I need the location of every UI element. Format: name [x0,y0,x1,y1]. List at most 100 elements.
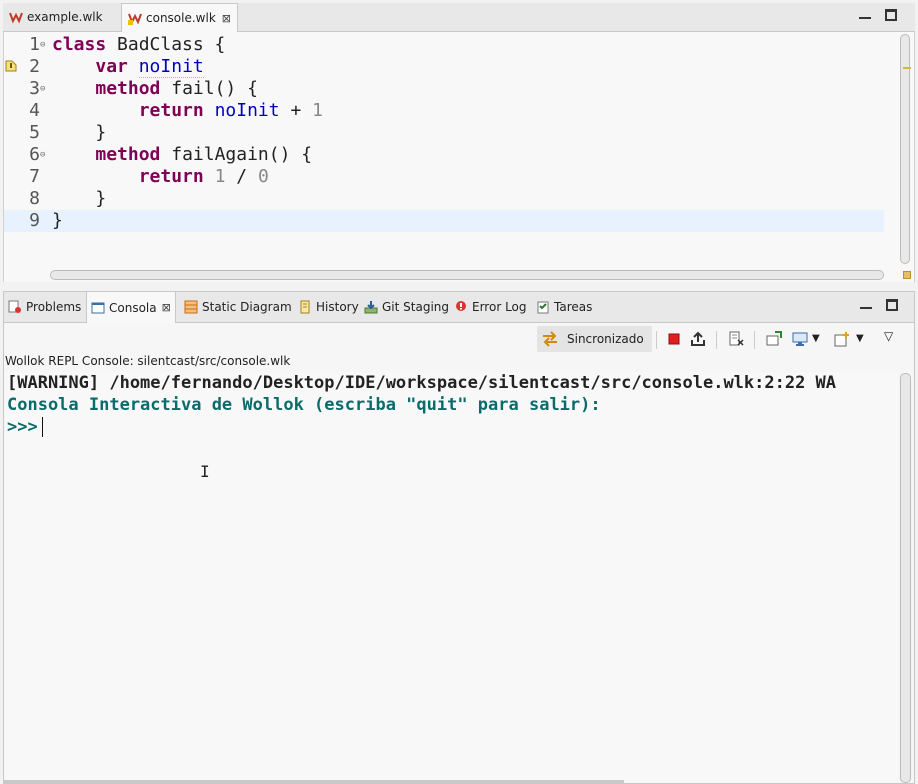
console-prompt-line[interactable]: >>> [5,416,898,438]
fold-toggle-icon[interactable]: ⊖ [40,78,45,100]
maximize-icon[interactable] [885,9,897,21]
tasks-icon [536,300,550,314]
code-token: failAgain() { [160,144,313,165]
number-token: 0 [257,166,269,187]
keyword-token: class [52,34,107,55]
tab-static-diagram[interactable]: Static Diagram [180,292,296,322]
variable-token: noInit [214,100,280,121]
tab-label: Consola [109,300,157,315]
console-banner-line: Consola Interactiva de Wollok (escriba "… [7,395,601,415]
code-token: fail() { [160,78,258,99]
sync-arrows-icon [541,330,559,348]
code-text: } [52,210,63,232]
console-description: Wollok REPL Console: silentcast/src/cons… [5,354,291,368]
terminate-icon[interactable] [666,331,682,347]
code-text: return 1 / 0 [52,166,269,188]
git-staging-icon [364,300,378,314]
tab-label: Tareas [554,300,593,314]
overview-warning-marker[interactable] [903,67,911,69]
keyword-token: return [138,166,204,187]
tab-label: console.wlk [146,11,216,25]
code-token: } [52,210,63,231]
close-icon[interactable]: ⊠ [222,12,231,25]
code-line[interactable]: 8 } [4,188,884,210]
sync-button[interactable]: Sincronizado [537,326,652,352]
text-caret [41,417,43,437]
tab-console-wlk[interactable]: console.wlk ⊠ [121,3,238,32]
minimize-icon[interactable] [859,11,871,19]
code-line[interactable]: 9} [4,210,884,232]
code-line[interactable]: 3 ⊖ method fail() { [4,78,884,100]
export-icon[interactable] [690,331,706,347]
ibeam-cursor-icon: I [200,462,210,481]
minimize-icon[interactable] [860,301,872,309]
tab-problems[interactable]: Problems [4,292,85,322]
code-text: var noInit [52,56,204,78]
tab-error-log[interactable]: Error Log [450,292,531,322]
pin-console-icon[interactable] [766,331,782,347]
clear-console-icon[interactable] [728,331,744,347]
view-menu-icon[interactable]: ▽ [884,329,900,345]
tab-git-staging[interactable]: Git Staging [360,292,453,322]
tab-label: History [316,300,359,314]
code-line[interactable]: 6 ⊖ method failAgain() { [4,144,884,166]
error-log-icon [454,300,468,314]
keyword-token: return [138,100,204,121]
chevron-down-icon[interactable]: ▼ [812,333,828,349]
maximize-icon[interactable] [886,299,898,311]
tab-history[interactable]: History [294,292,363,322]
code-text: method fail() { [52,78,258,100]
code-line[interactable]: 5 } [4,122,884,144]
code-editor[interactable]: 1 ⊖ class BadClass {2 var noInit 3 ⊖ method … [3,32,915,282]
fold-toggle-icon[interactable]: ⊖ [40,144,45,166]
code-line[interactable]: 4 return noInit + 1 [4,100,884,122]
code-token: + [279,100,313,121]
display-console-icon[interactable] [792,331,808,347]
code-line[interactable]: 2 var noInit [4,56,884,78]
tab-label: Static Diagram [202,300,292,314]
editor-horizontal-scrollbar[interactable] [50,270,884,280]
tab-consola[interactable]: Consola ⊠ [86,292,176,323]
tab-label: Error Log [472,300,527,314]
console-toolbar: Sincronizado ▼ ▼ ▽ [4,323,914,355]
code-text: class BadClass { [52,34,225,56]
line-number: 5 [29,122,40,143]
tab-tareas[interactable]: Tareas [532,292,596,322]
console-horizontal-scrollbar[interactable] [4,780,624,783]
code-text: } [52,188,106,210]
new-console-icon[interactable] [834,331,850,347]
wollok-warning-icon [128,11,142,25]
console-panel: Problems Consola ⊠ Static Diagram Histor… [3,291,915,784]
code-token: / [225,166,258,187]
console-vertical-scrollbar[interactable] [900,373,911,783]
code-text: method failAgain() { [52,144,312,166]
variable-token: noInit [138,56,204,78]
fold-toggle-icon[interactable]: ⊖ [40,34,45,56]
tab-label: Git Staging [382,300,450,314]
code-token: BadClass { [106,34,226,55]
chevron-down-icon[interactable]: ▼ [856,333,872,349]
editor-tab-bar: example.wlk console.wlk ⊠ [3,3,915,32]
code-line[interactable]: 1 ⊖ class BadClass { [4,34,884,56]
line-number: 3 [29,78,40,99]
code-token: } [52,188,107,209]
line-number: 4 [29,100,40,121]
console-warning-line: [WARNING] /home/fernando/Desktop/IDE/wor… [7,373,837,393]
keyword-token: method [95,78,161,99]
line-number: 1 [29,34,40,55]
code-area[interactable]: 1 ⊖ class BadClass {2 var noInit 3 ⊖ method … [4,34,884,232]
console-output[interactable]: [WARNING] /home/fernando/Desktop/IDE/wor… [5,372,898,782]
warning-icon[interactable] [5,60,17,72]
tab-example-wlk[interactable]: example.wlk [3,3,109,31]
overview-warning-icon [903,271,911,279]
keyword-token: method [95,144,161,165]
close-icon[interactable]: ⊠ [162,301,171,314]
number-token: 1 [214,166,226,187]
code-line[interactable]: 7 return 1 / 0 [4,166,884,188]
